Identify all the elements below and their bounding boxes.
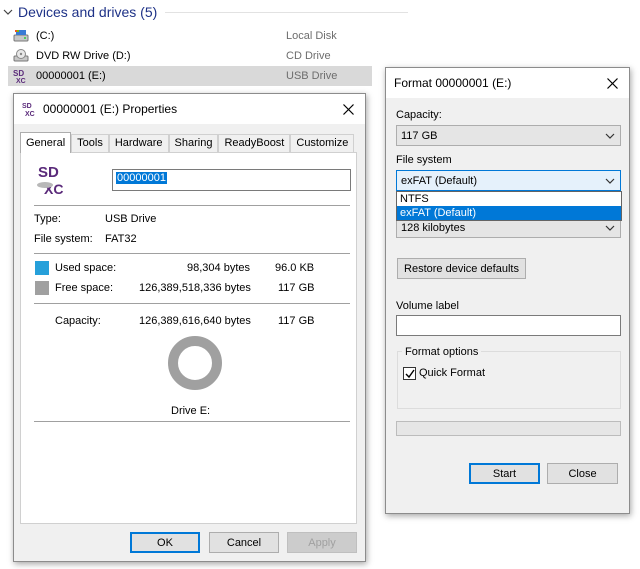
allocation-unit-value: 128 kilobytes [401,221,466,234]
tab-sharing[interactable]: Sharing [168,134,219,152]
dropdown-option-exfat[interactable]: exFAT (Default) [397,206,621,220]
volume-name-input[interactable]: 00000001 [112,169,351,191]
group-divider [165,12,408,13]
properties-dialog: SD XC 00000001 (E:) Properties General To… [13,93,366,562]
used-space-size: 96.0 KB [275,262,315,274]
format-dialog: Format 00000001 (E:) Capacity: 117 GB Fi… [385,67,630,514]
file-system-select-value: exFAT (Default) [401,174,478,187]
capacity-select[interactable]: 117 GB [396,125,621,146]
file-system-dropdown: NTFS exFAT (Default) [396,191,622,221]
type-value: USB Drive [105,213,157,225]
divider [34,303,350,304]
tab-general[interactable]: General [20,132,72,153]
free-space-label: Free space: [55,282,114,294]
free-space-bytes: 126,389,518,336 bytes [139,282,251,294]
used-space-label: Used space: [55,262,117,274]
drive-item-d[interactable]: DVD RW Drive (D:) CD Drive [8,46,372,66]
format-options-group [397,351,621,409]
file-system-label: File system [396,154,452,166]
close-button[interactable]: Close [547,463,618,484]
drive-name: DVD RW Drive (D:) [36,50,131,62]
capacity-label: Capacity: [396,109,442,121]
format-options-title: Format options [402,346,482,358]
capacity-bytes: 126,389,616,640 bytes [139,315,251,327]
properties-tabs: General Tools Hardware Sharing ReadyBoos… [20,132,355,153]
sdxc-large-icon: SD XC [35,163,71,200]
quick-format-label: Quick Format [419,367,486,379]
file-system-label: File system: [34,233,93,245]
svg-text:SD: SD [38,164,59,181]
drive-type: CD Drive [286,50,331,62]
file-system-value: FAT32 [105,233,137,245]
cancel-button[interactable]: Cancel [209,532,279,553]
volume-name-text: 00000001 [116,172,167,184]
dvd-drive-icon [12,48,30,64]
general-tab-panel: SD XC 00000001 Type: USB Drive File syste… [20,152,357,524]
dropdown-option-ntfs[interactable]: NTFS [397,192,621,206]
drive-type: Local Disk [286,30,337,42]
capacity-label: Capacity: [55,315,101,327]
disk-usage-chart [168,336,222,390]
tab-readyboost[interactable]: ReadyBoost [218,134,291,152]
devices-group-title: Devices and drives (5) [18,4,158,20]
divider [34,253,350,254]
used-space-bytes: 98,304 bytes [187,262,250,274]
drive-name: 00000001 (E:) [36,70,106,82]
divider [34,205,350,206]
format-title: Format 00000001 (E:) [394,76,512,90]
drive-type: USB Drive [286,70,338,82]
svg-text:XC: XC [16,78,26,84]
svg-text:XC: XC [25,111,35,117]
drive-letter-label: Drive E: [171,405,211,417]
chevron-down-icon [605,225,615,231]
svg-text:SD: SD [13,69,24,78]
hard-disk-icon [12,28,30,44]
apply-button[interactable]: Apply [287,532,357,553]
sdxc-icon: SD XC [22,101,38,118]
tab-hardware[interactable]: Hardware [108,134,169,152]
drive-name: (C:) [36,30,55,42]
start-button[interactable]: Start [469,463,540,484]
close-icon[interactable] [601,72,623,94]
file-system-select[interactable]: exFAT (Default) [396,170,621,191]
free-space-size: 117 GB [278,282,315,294]
drive-item-e[interactable]: SD XC 00000001 (E:) USB Drive [8,66,372,86]
restore-defaults-button[interactable]: Restore device defaults [397,258,526,279]
format-progress-bar [396,421,621,436]
volume-label-input[interactable] [396,315,621,336]
ok-button[interactable]: OK [130,532,200,553]
tab-tools[interactable]: Tools [71,134,109,152]
sdxc-icon: SD XC [12,68,30,84]
capacity-size: 117 GB [278,315,315,327]
tab-customize[interactable]: Customize [290,134,355,152]
checkmark-icon [405,369,415,378]
used-space-swatch [35,261,49,275]
divider [34,421,350,422]
chevron-down-icon [3,9,13,15]
capacity-select-value: 117 GB [401,129,438,142]
properties-title: 00000001 (E:) Properties [43,102,178,116]
quick-format-checkbox[interactable] [403,367,416,380]
free-space-swatch [35,281,49,295]
format-titlebar[interactable]: Format 00000001 (E:) [386,68,629,98]
properties-titlebar[interactable]: SD XC 00000001 (E:) Properties [14,94,365,124]
volume-label-label: Volume label [396,300,459,312]
type-label: Type: [34,213,61,225]
devices-group-header[interactable]: Devices and drives (5) [2,2,157,22]
close-icon[interactable] [337,98,359,120]
chevron-down-icon [605,178,615,184]
svg-text:SD: SD [22,103,32,110]
chevron-down-icon [605,133,615,139]
drive-item-c[interactable]: (C:) Local Disk [8,26,372,46]
